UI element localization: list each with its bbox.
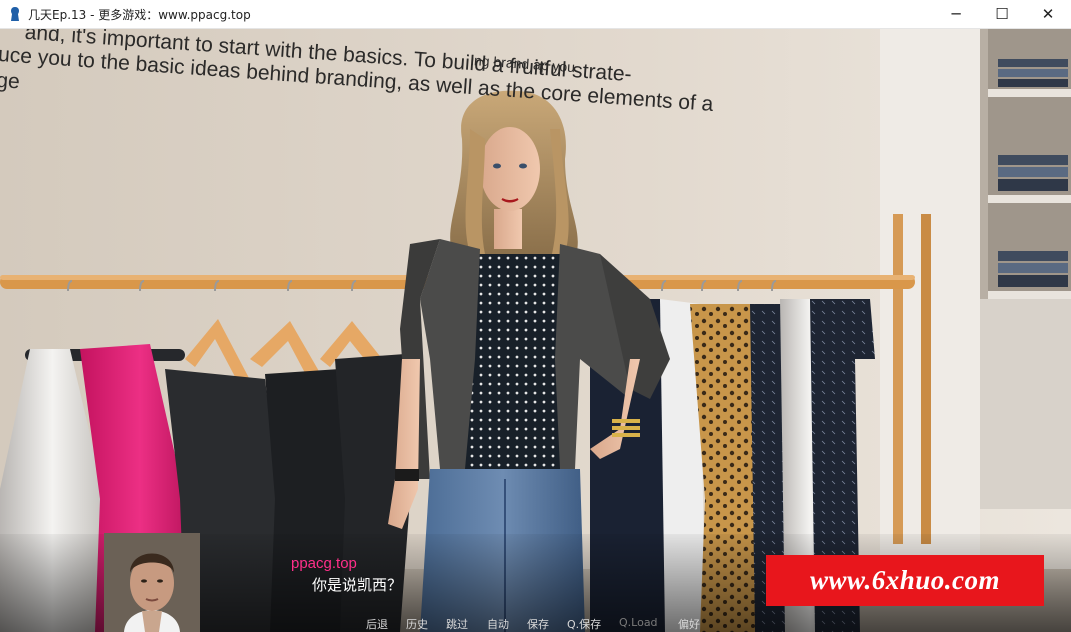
window-title: 几天Ep.13 - 更多游戏：www.ppacg.top — [28, 7, 251, 22]
watermark-banner: www.6xhuo.com — [766, 555, 1044, 606]
dialogue-text: 你是说凯西？ — [312, 576, 403, 594]
game-window: 几天Ep.13 - 更多游戏：www.ppacg.top ─ ☐ ✕ and, … — [0, 0, 1071, 632]
minimize-icon: ─ — [951, 5, 961, 23]
wall-slogan-line-end: ge — [0, 68, 21, 94]
quick-menu-back[interactable]: 后退 — [366, 616, 388, 632]
app-icon — [8, 6, 22, 22]
game-scene[interactable]: and, it's important to start with the ba… — [0, 29, 1071, 632]
quick-menu-skip[interactable]: 跳过 — [446, 616, 468, 632]
speaker-name: ppacg.top — [291, 555, 357, 572]
quick-menu-history[interactable]: 历史 — [406, 616, 428, 632]
quick-menu-quick-load[interactable]: Q.Load — [619, 616, 658, 629]
quick-menu-preferences[interactable]: 偏好 — [678, 616, 700, 632]
quick-menu-auto[interactable]: 自动 — [487, 616, 509, 632]
watermark-text: www.6xhuo.com — [809, 565, 1001, 595]
quick-menu-save[interactable]: 保存 — [527, 616, 549, 632]
close-icon: ✕ — [1041, 5, 1055, 23]
quick-menu: 后退 历史 跳过 自动 保存 Q.保存 Q.Load 偏好 — [0, 616, 1071, 632]
close-button[interactable]: ✕ — [1025, 0, 1071, 28]
maximize-button[interactable]: ☐ — [979, 0, 1025, 28]
maximize-icon: ☐ — [995, 5, 1009, 23]
quick-menu-quick-save[interactable]: Q.保存 — [567, 616, 601, 632]
title-bar[interactable]: 几天Ep.13 - 更多游戏：www.ppacg.top ─ ☐ ✕ — [0, 0, 1071, 29]
minimize-button[interactable]: ─ — [933, 0, 979, 28]
